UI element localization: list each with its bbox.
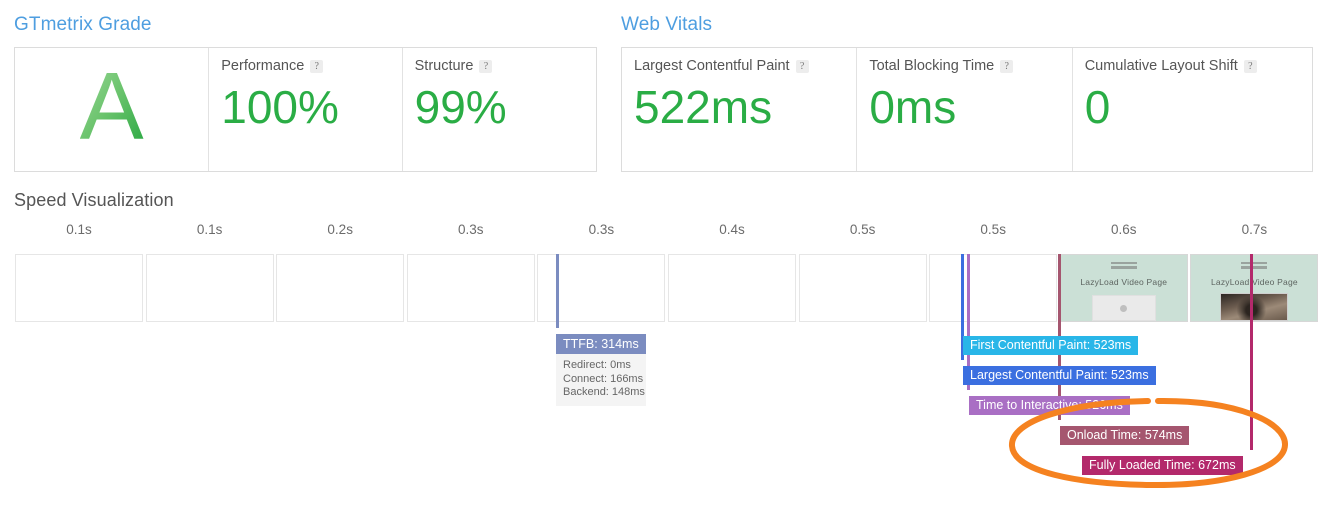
- filmstrip-frame[interactable]: [406, 254, 535, 322]
- web-vitals-panel: Largest Contentful Paint ? 522ms Total B…: [621, 47, 1313, 172]
- tbt-value: 0ms: [869, 81, 957, 133]
- structure-label-row: Structure ?: [415, 58, 584, 75]
- structure-value: 99%: [414, 81, 507, 133]
- timeline-tick-label: 0.5s: [849, 222, 876, 237]
- performance-value: 100%: [221, 81, 339, 133]
- cls-label: Cumulative Layout Shift: [1084, 58, 1238, 74]
- fully-loaded-marker-line: [1250, 254, 1253, 450]
- cumulative-layout-shift-cell: Cumulative Layout Shift ? 0: [1073, 48, 1312, 171]
- filmstrip-frame[interactable]: LazyLoad Video Page: [1190, 254, 1319, 322]
- gtmetrix-grade-panel: A Performance ? 100% Structure ? 99%: [14, 47, 597, 172]
- thumbnail-page-title: LazyLoad Video Page: [1080, 277, 1168, 287]
- timeline-tick-label: 0.4s: [719, 222, 745, 237]
- help-icon[interactable]: ?: [310, 60, 324, 73]
- filmstrip-frame[interactable]: [276, 254, 405, 322]
- time-to-interactive-chip: Time to Interactive: 526ms: [969, 396, 1130, 415]
- timeline-tick-label: 0.2s: [327, 222, 353, 237]
- help-icon[interactable]: ?: [1000, 60, 1014, 73]
- thumbnail-page-title: LazyLoad Video Page: [1210, 277, 1298, 287]
- timeline-tick-label: 0.1s: [66, 222, 92, 237]
- timeline-tick-label: 0.3s: [458, 222, 484, 237]
- gtmetrix-grade-heading: GTmetrix Grade: [14, 14, 152, 35]
- ttfb-connect: Connect: 166ms: [563, 372, 644, 385]
- largest-contentful-paint-chip: Largest Contentful Paint: 523ms: [963, 366, 1156, 385]
- fully-loaded-time-chip: Fully Loaded Time: 672ms: [1082, 456, 1243, 475]
- timeline-tick-label: 0.5s: [980, 222, 1006, 237]
- timeline-tick-label: 0.1s: [196, 222, 223, 237]
- filmstrip-frame[interactable]: [145, 254, 274, 322]
- filmstrip-frame[interactable]: [15, 254, 143, 322]
- help-icon[interactable]: ?: [795, 60, 809, 73]
- ttfb-breakdown: Redirect: 0ms Connect: 166ms Backend: 14…: [556, 354, 646, 406]
- ttfb-title: TTFB: 314ms: [556, 334, 646, 354]
- thumbnail-logo-icon: [1241, 262, 1268, 269]
- ttfb-tooltip: TTFB: 314ms Redirect: 0ms Connect: 166ms…: [556, 334, 646, 406]
- grade-letter: A: [79, 52, 144, 160]
- speed-visualization-heading: Speed Visualization: [14, 190, 174, 210]
- structure-score-cell: Structure ? 99%: [403, 48, 596, 171]
- grade-letter-cell: A: [15, 48, 210, 171]
- cls-value: 0: [1084, 81, 1111, 133]
- filmstrip-frame[interactable]: [668, 254, 796, 322]
- lcp-label: Largest Contentful Paint: [634, 58, 790, 74]
- tbt-label: Total Blocking Time: [869, 58, 995, 74]
- ttfb-marker-line: [556, 254, 559, 328]
- structure-label: Structure: [414, 58, 474, 74]
- total-blocking-time-cell: Total Blocking Time ? 0ms: [857, 48, 1073, 171]
- filmstrip-frame[interactable]: [929, 254, 1058, 322]
- cls-label-row: Cumulative Layout Shift ?: [1085, 58, 1300, 75]
- tbt-label-row: Total Blocking Time ?: [869, 58, 1059, 75]
- speed-visualization-filmstrip: 0.1s 0.1s 0.2s 0.3s 0.3s 0.4s 0.5s 0.5s 0.6s 0.7s…: [0, 222, 1327, 450]
- lcp-value: 522ms: [634, 81, 773, 133]
- ttfb-backend: Backend: 148ms: [563, 386, 645, 398]
- largest-contentful-paint-cell: Largest Contentful Paint ? 522ms: [622, 48, 858, 171]
- web-vitals-heading: Web Vitals: [621, 14, 713, 35]
- thumbnail-logo-icon: [1110, 262, 1137, 269]
- filmstrip-frame[interactable]: LazyLoad Video Page: [1059, 254, 1188, 322]
- timeline-tick-label: 0.6s: [1111, 222, 1137, 237]
- lcp-label-row: Largest Contentful Paint ?: [634, 58, 844, 75]
- first-contentful-paint-chip: First Contentful Paint: 523ms: [963, 336, 1139, 355]
- performance-label: Performance: [221, 58, 305, 74]
- performance-label-row: Performance ?: [221, 58, 389, 75]
- filmstrip-frame[interactable]: [798, 254, 927, 322]
- help-icon[interactable]: ?: [479, 60, 493, 73]
- onload-time-chip: Onload Time: 574ms: [1060, 426, 1190, 445]
- performance-score-cell: Performance ? 100%: [209, 48, 403, 171]
- thumbnail-video-image: [1220, 293, 1289, 321]
- timeline-tick-label: 0.7s: [1241, 222, 1268, 237]
- timeline-tick-label: 0.3s: [588, 222, 615, 237]
- thumbnail-video-placeholder: [1091, 295, 1156, 321]
- ttfb-redirect: Redirect: 0ms: [563, 359, 631, 371]
- help-icon[interactable]: ?: [1243, 60, 1257, 73]
